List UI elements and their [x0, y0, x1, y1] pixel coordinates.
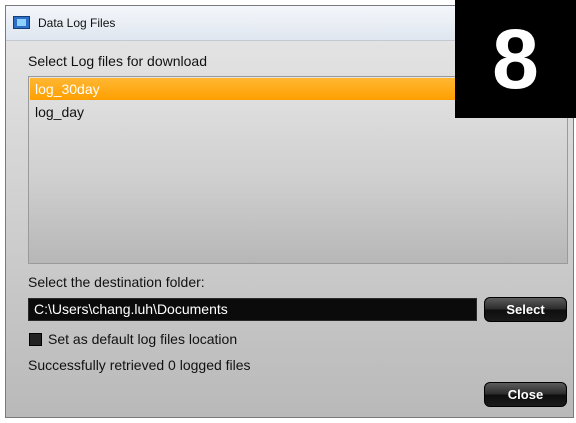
destination-heading: Select the destination folder:	[28, 274, 205, 290]
close-button[interactable]: Close	[484, 382, 567, 407]
select-folder-button[interactable]: Select	[484, 297, 567, 322]
default-location-checkbox[interactable]	[29, 333, 42, 346]
destination-path-field[interactable]: C:\Users\chang.luh\Documents	[28, 298, 477, 321]
status-message: Successfully retrieved 0 logged files	[28, 357, 251, 373]
step-number-badge: 8	[455, 0, 576, 118]
default-location-label: Set as default log files location	[48, 331, 238, 347]
application-window-icon	[13, 16, 30, 29]
window-title: Data Log Files	[38, 16, 116, 30]
file-list-heading: Select Log files for download	[28, 53, 207, 69]
